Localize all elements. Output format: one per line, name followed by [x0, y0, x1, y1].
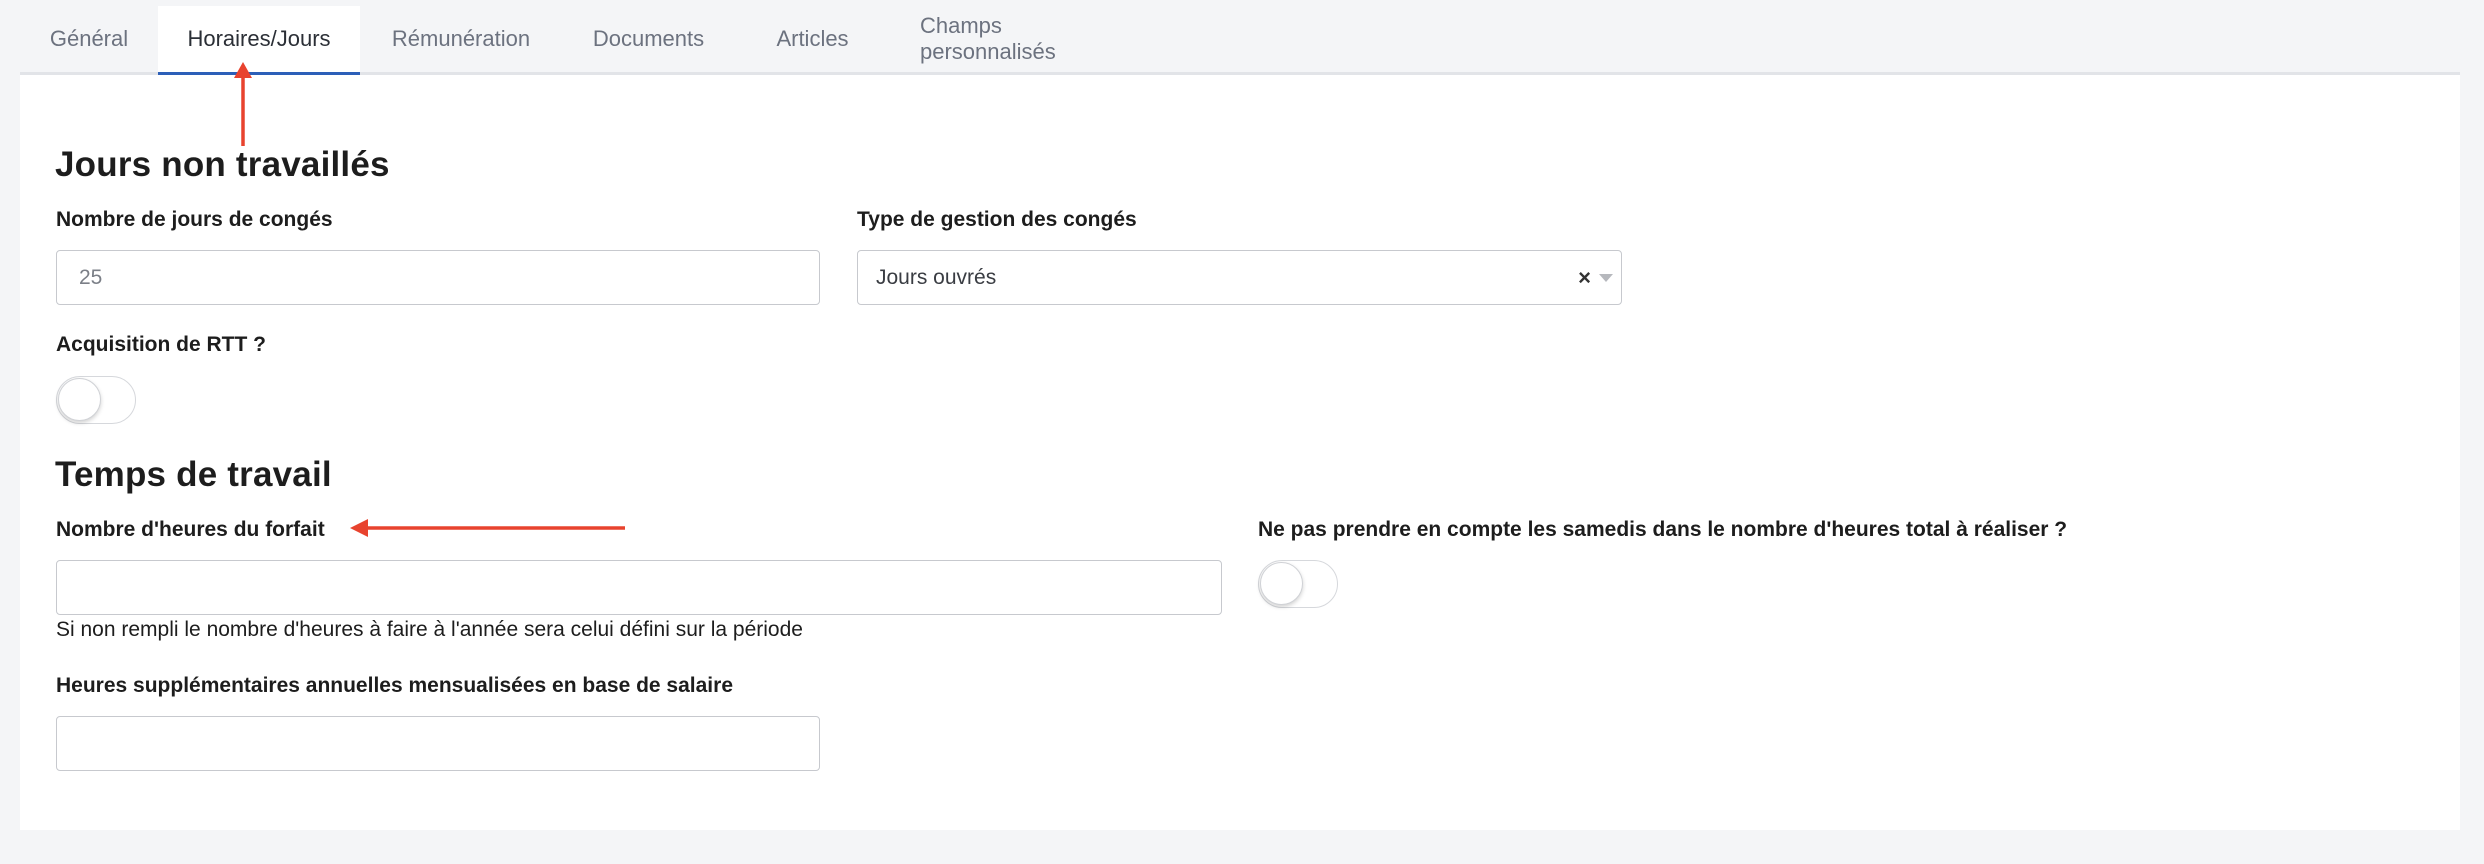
leave-type-value: Jours ouvrés	[876, 265, 997, 289]
leave-days-label: Nombre de jours de congés	[56, 208, 333, 231]
tab-bar: Général Horaires/Jours Rémunération Docu…	[20, 6, 2460, 75]
overtime-input[interactable]	[56, 716, 820, 771]
tab-general[interactable]: Général	[20, 6, 158, 72]
clear-icon[interactable]: ×	[1578, 265, 1591, 291]
ignore-saturdays-label: Ne pas prendre en compte les samedis dan…	[1258, 518, 2068, 541]
tab-horaires-jours[interactable]: Horaires/Jours	[158, 6, 360, 75]
tab-champs-personnalises[interactable]: Champs personnalisés	[890, 6, 1150, 72]
toggle-knob	[58, 378, 101, 421]
toggle-knob	[1260, 562, 1303, 605]
forfait-hours-label: Nombre d'heures du forfait	[56, 518, 325, 541]
ignore-saturdays-toggle[interactable]	[1258, 560, 1338, 608]
tab-remuneration[interactable]: Rémunération	[360, 6, 562, 72]
rtt-label: Acquisition de RTT ?	[56, 333, 266, 356]
forfait-hours-help: Si non rempli le nombre d'heures à faire…	[56, 618, 803, 641]
leave-type-label: Type de gestion des congés	[857, 208, 1137, 231]
rtt-toggle[interactable]	[56, 376, 136, 424]
leave-days-input[interactable]: 25	[56, 250, 820, 305]
chevron-down-icon[interactable]	[1599, 274, 1613, 282]
overtime-label: Heures supplémentaires annuelles mensual…	[56, 674, 733, 697]
tab-articles[interactable]: Articles	[735, 6, 890, 72]
section-title-non-worked-days: Jours non travaillés	[55, 145, 390, 184]
leave-type-select[interactable]: Jours ouvrés ×	[857, 250, 1622, 305]
tab-panel: Jours non travaillés Nombre de jours de …	[20, 75, 2460, 830]
section-title-work-time: Temps de travail	[55, 455, 332, 494]
forfait-hours-input[interactable]	[56, 560, 1222, 615]
tab-documents[interactable]: Documents	[562, 6, 735, 72]
